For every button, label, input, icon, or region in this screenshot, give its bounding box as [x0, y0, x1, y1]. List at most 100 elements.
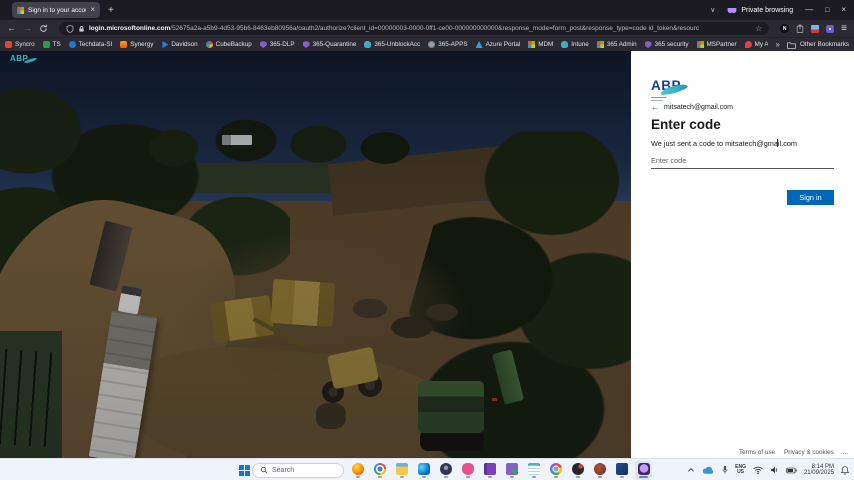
bookmark-icon [597, 41, 604, 48]
new-tab-button[interactable]: + [108, 5, 114, 16]
refresh-icon[interactable] [39, 24, 48, 33]
bookmark-365-quarantine[interactable]: 365-Quarantine [303, 41, 357, 48]
bookmark-mdm[interactable]: MDM [528, 41, 553, 48]
browser-wheel-icon [550, 463, 562, 475]
running-indicator [598, 476, 602, 478]
code-sent-message: We just sent a code to mitsatech@gmail.c… [651, 139, 797, 148]
language-indicator[interactable]: ENG US [735, 465, 746, 475]
menu-hamburger-icon[interactable]: ≡ [841, 24, 847, 34]
bookmark-cubebackup[interactable]: CubeBackup [206, 41, 252, 48]
address-bar[interactable]: login.microsoftonline.com/52675a2a-a5b9-… [59, 22, 769, 35]
taskbar-app-navy[interactable] [613, 461, 630, 480]
tray-chevron-up-icon[interactable] [687, 467, 695, 473]
bookmark-my-account[interactable]: My Account [745, 41, 768, 48]
forward-button[interactable]: → [23, 24, 32, 33]
bookmarks-list: Syncro TS Techdata-SI Synergy Davidson C… [5, 41, 768, 48]
start-button[interactable] [230, 462, 247, 479]
taskbar-app-snipping[interactable] [459, 461, 476, 480]
wifi-icon[interactable] [753, 466, 763, 475]
taskbar-app-maroon[interactable] [591, 461, 608, 480]
clock[interactable]: 8:14 PM 21/09/2025 [804, 464, 834, 477]
bookmark-star-icon[interactable]: ☆ [755, 24, 762, 33]
taskbar-app-firefox[interactable] [349, 461, 366, 480]
folder-icon [396, 463, 408, 475]
teams-icon [440, 463, 452, 475]
terms-link[interactable]: Terms of use [739, 449, 775, 456]
bookmark-techdata-si[interactable]: Techdata-SI [69, 41, 113, 48]
extension-purple-icon[interactable] [826, 25, 834, 33]
other-bookmarks-button[interactable]: Other Bookmarks [787, 41, 849, 49]
private-mask-icon [727, 7, 737, 14]
running-indicator [378, 476, 382, 478]
taskbar-app-outlook[interactable] [415, 461, 432, 480]
firefox-icon [352, 463, 364, 475]
tracking-shield-icon[interactable] [66, 25, 74, 33]
notifications-bell-icon[interactable] [841, 465, 849, 475]
url-text[interactable]: login.microsoftonline.com/52675a2a-a5b9-… [89, 25, 751, 32]
taskbar-app-recorder[interactable] [569, 461, 586, 480]
running-indicator [488, 476, 492, 478]
taskbar-app-firefox-private[interactable] [635, 461, 652, 480]
bookmark-365-admin[interactable]: 365 Admin [597, 41, 637, 48]
browser-tab[interactable]: Sign in to your account × [12, 2, 100, 18]
bookmark-davidson[interactable]: Davidson [161, 41, 197, 48]
bookmark-365-security[interactable]: 365 security [645, 41, 689, 48]
bookmark-label: 365-APPS [438, 41, 467, 48]
bookmark-icon [428, 41, 435, 48]
privacy-link[interactable]: Privacy & cookies [784, 449, 834, 456]
windows-logo-icon [239, 465, 244, 470]
bookmark-ts[interactable]: TS [43, 41, 61, 48]
microphone-icon[interactable] [722, 465, 728, 475]
bookmark-icon [5, 41, 12, 48]
bookmark-label: My Account [755, 41, 768, 48]
more-link[interactable]: ... [843, 449, 848, 456]
bookmark-label: Intune [571, 41, 589, 48]
taskbar-app-onenote[interactable] [481, 461, 498, 480]
account-row[interactable]: ← mitsatech@gmail.com [651, 103, 733, 112]
share-page-icon[interactable] [796, 24, 804, 33]
bookmarks-right: » Other Bookmarks [768, 40, 849, 49]
taskbar-app-notepad[interactable] [525, 461, 542, 480]
taskbar-app-teams[interactable] [437, 461, 454, 480]
bookmark-intune[interactable]: Intune [561, 41, 589, 48]
bookmark-365-unblockacc[interactable]: 365-UnblockAcc [364, 41, 420, 48]
taskbar-app-chrome[interactable] [371, 461, 388, 480]
battery-icon[interactable] [786, 467, 797, 474]
bookmark-365-dlp[interactable]: 365-DLP [260, 41, 295, 48]
extension-screenshot-icon[interactable] [811, 25, 819, 33]
taskbar-app-file-explorer[interactable] [393, 461, 410, 480]
bookmark-synergy[interactable]: Synergy [120, 41, 153, 48]
running-indicator [620, 476, 624, 478]
taskbar: Search ENG US [0, 458, 854, 480]
bookmark-365-apps[interactable]: 365-APPS [428, 41, 467, 48]
bookmark-mspartner[interactable]: MSPartner [697, 41, 737, 48]
bookmarks-overflow-chevron-icon[interactable]: » [776, 40, 780, 49]
taskbar-search[interactable]: Search [252, 463, 344, 478]
tab-favicon-icon [17, 7, 24, 14]
code-input[interactable] [651, 153, 834, 169]
close-button[interactable]: × [841, 6, 846, 14]
onedrive-cloud-icon[interactable] [702, 466, 715, 475]
text-cursor [777, 139, 778, 147]
bookmark-label: 365-UnblockAcc [374, 41, 420, 48]
url-domain: login.microsoftonline.com [89, 25, 170, 32]
bookmark-label: CubeBackup [216, 41, 252, 48]
tab-close-icon[interactable]: × [90, 6, 95, 14]
list-tabs-chevron-icon[interactable]: ∨ [710, 6, 715, 14]
minimize-button[interactable]: — [805, 6, 813, 14]
back-button[interactable]: ← [7, 24, 16, 33]
maximize-button[interactable]: □ [825, 7, 829, 14]
extension-n-icon[interactable]: N [780, 24, 789, 33]
taskbar-app-approvals[interactable] [503, 461, 520, 480]
bookmark-syncro[interactable]: Syncro [5, 41, 35, 48]
page-title: Enter code [651, 117, 721, 132]
bookmark-azure-portal[interactable]: Azure Portal [476, 41, 521, 48]
bookmarks-bar: Syncro TS Techdata-SI Synergy Davidson C… [0, 37, 854, 51]
bookmark-icon [528, 41, 535, 48]
sign-in-button[interactable]: Sign in [787, 190, 834, 205]
speaker-icon[interactable] [770, 466, 779, 474]
panel-footer: Terms of use Privacy & cookies ... [739, 449, 848, 456]
back-arrow-icon[interactable]: ← [651, 103, 659, 112]
language-line2: US [737, 470, 744, 475]
taskbar-app-browser-wheel[interactable] [547, 461, 564, 480]
